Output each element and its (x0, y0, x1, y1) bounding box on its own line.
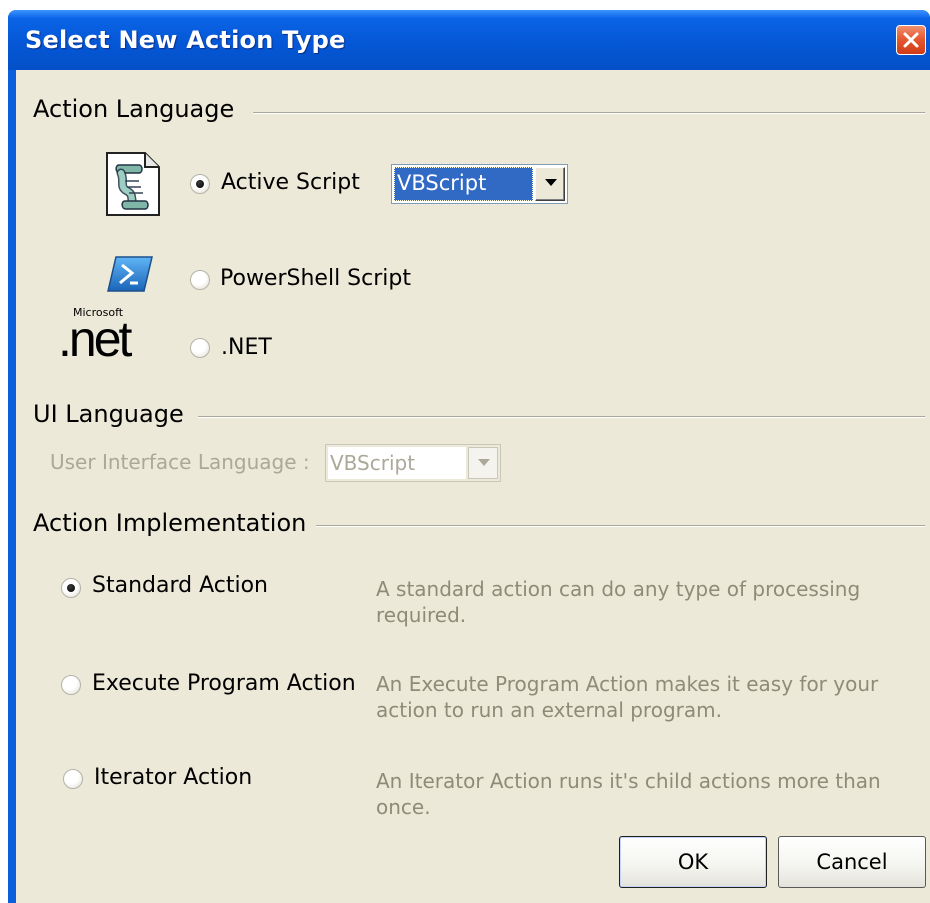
cancel-button[interactable]: Cancel (778, 836, 926, 888)
ui-language-label: User Interface Language : (50, 450, 310, 474)
label-active-script[interactable]: Active Script (221, 170, 360, 195)
label-execute-program-action[interactable]: Execute Program Action (92, 671, 356, 696)
description-execute-program-action: An Execute Program Action makes it easy … (376, 672, 879, 722)
close-icon (903, 32, 919, 48)
action-language-separator (253, 112, 925, 114)
ui-language-value: VBScript (328, 447, 466, 479)
action-language-heading: Action Language (33, 95, 245, 123)
radio-active-script[interactable] (190, 174, 210, 194)
radio-iterator-action[interactable] (63, 769, 83, 789)
description-standard-action: A standard action can do any type of pro… (376, 577, 861, 627)
ui-language-separator (198, 416, 925, 418)
dialog-title: Select New Action Type (25, 26, 346, 54)
script-scroll-icon (105, 151, 161, 221)
dialog-body: Action Language Active Script VBScript P… (16, 70, 930, 903)
action-implementation-heading: Action Implementation (33, 509, 317, 537)
ui-language-dropdown-button[interactable] (468, 447, 498, 479)
ui-language-select[interactable]: VBScript (325, 444, 501, 482)
title-bar[interactable]: Select New Action Type (8, 10, 930, 70)
label-powershell-script[interactable]: PowerShell Script (220, 266, 411, 291)
label-standard-action[interactable]: Standard Action (92, 573, 268, 598)
dotnet-logo-mark: .net (58, 311, 132, 367)
chevron-down-icon (478, 459, 490, 466)
close-button[interactable] (896, 25, 926, 55)
dialog-window: Select New Action Type Action Language A… (8, 10, 930, 903)
radio-execute-program-action[interactable] (61, 675, 81, 695)
label-dotnet[interactable]: .NET (221, 335, 272, 360)
chevron-down-icon (545, 179, 557, 186)
dotnet-logo-icon: Microsoft .net (58, 306, 164, 370)
script-language-value: VBScript (394, 167, 533, 201)
action-implementation-separator (310, 525, 925, 527)
description-iterator-action: An Iterator Action runs it's child actio… (376, 769, 881, 819)
radio-standard-action[interactable] (61, 578, 81, 598)
label-iterator-action[interactable]: Iterator Action (94, 765, 252, 790)
ui-language-heading: UI Language (33, 400, 194, 428)
radio-dotnet[interactable] (190, 338, 210, 358)
script-language-dropdown-button[interactable] (535, 167, 565, 201)
radio-powershell-script[interactable] (190, 270, 210, 290)
powershell-icon (106, 255, 154, 297)
ok-button[interactable]: OK (619, 836, 767, 888)
script-language-select[interactable]: VBScript (391, 164, 568, 204)
